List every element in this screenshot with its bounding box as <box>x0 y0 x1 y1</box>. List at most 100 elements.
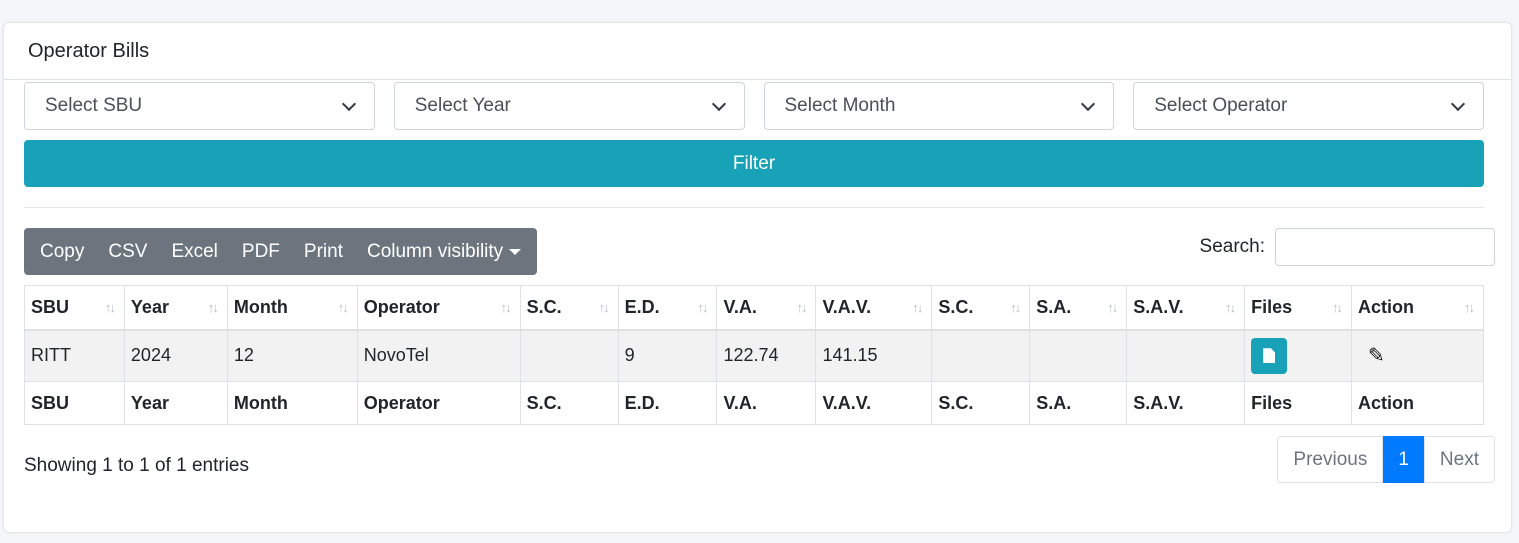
col-header-year[interactable]: Year ↑↓ <box>123 285 228 331</box>
cell-month: 12 <box>226 329 358 382</box>
col-header-label: E.D. <box>624 296 660 317</box>
foot-va: V.A. <box>716 381 817 425</box>
cell-operator: NovoTel <box>356 329 521 382</box>
col-header-label: Action <box>1358 296 1415 317</box>
month-select[interactable]: Select Month <box>763 82 1115 130</box>
col-header-label: Files <box>1251 296 1293 317</box>
col-header-label: SBU <box>31 296 70 317</box>
cell-year: 2024 <box>123 329 228 382</box>
month-select-value: Select Month <box>784 95 896 116</box>
foot-year: Year <box>123 381 228 425</box>
col-header-sbu[interactable]: SBU ↑↓ <box>24 285 125 331</box>
cell-va: 122.74 <box>716 329 817 382</box>
sbu-select-value: Select SBU <box>45 95 143 116</box>
card-title: Operator Bills <box>4 23 1511 80</box>
col-header-operator[interactable]: Operator ↑↓ <box>356 285 521 331</box>
sort-icon: ↑↓ <box>1225 300 1236 315</box>
csv-button[interactable]: CSV <box>96 241 159 263</box>
chevron-down-icon <box>711 96 726 111</box>
view-file-button[interactable] <box>1251 337 1288 374</box>
pagination: Previous 1 Next <box>1277 436 1495 483</box>
header-row: SBU ↑↓ Year ↑↓ Month ↑↓ Operator ↑↓ S.C. ↑↓ E… <box>24 285 1484 331</box>
bills-table: SBU ↑↓ Year ↑↓ Month ↑↓ Operator ↑↓ S.C. ↑↓ E… <box>24 285 1484 425</box>
col-header-vav[interactable]: V.A.V. ↑↓ <box>815 285 933 331</box>
col-header-label: S.A. <box>1036 296 1072 317</box>
sort-icon: ↑↓ <box>1010 300 1021 315</box>
foot-files: Files <box>1244 381 1353 425</box>
cell-sbu: RITT <box>24 329 125 382</box>
cell-sc <box>519 329 619 382</box>
column-visibility-label: Column visibility <box>366 240 504 262</box>
column-visibility-button[interactable]: Column visibility <box>355 241 533 263</box>
sort-icon: ↑↓ <box>598 300 610 315</box>
sort-icon: ↑↓ <box>337 300 349 315</box>
previous-button[interactable]: Previous <box>1277 436 1384 483</box>
sort-icon: ↑↓ <box>500 300 512 315</box>
year-select[interactable]: Select Year <box>393 82 745 130</box>
foot-sav: S.A.V. <box>1126 381 1246 425</box>
footer-row: SBU Year Month Operator S.C. E.D. V.A. V… <box>24 381 1484 425</box>
excel-button[interactable]: Excel <box>159 241 229 263</box>
col-header-sc[interactable]: S.C. ↑↓ <box>519 285 619 331</box>
foot-sc-2: S.C. <box>931 381 1031 425</box>
operator-select[interactable]: Select Operator <box>1133 82 1484 130</box>
col-header-label: S.C. <box>938 296 974 317</box>
sort-icon: ↑↓ <box>1332 300 1343 315</box>
col-header-label: S.A.V. <box>1133 296 1184 317</box>
sort-icon: ↑↓ <box>1464 300 1475 315</box>
pdf-button[interactable]: PDF <box>230 241 292 263</box>
cell-sc-2 <box>931 329 1031 382</box>
col-header-sc-2[interactable]: S.C. ↑↓ <box>931 285 1031 331</box>
col-header-label: S.C. <box>526 296 562 317</box>
table-info: Showing 1 to 1 of 1 entries <box>24 455 249 476</box>
col-header-label: Year <box>130 296 169 317</box>
cell-sav <box>1126 329 1246 382</box>
sort-icon: ↑↓ <box>1107 300 1118 315</box>
chevron-down-icon <box>341 96 356 111</box>
table-row: RITT 2024 12 NovoTel 9 122.74 141.15 ✎ <box>24 329 1484 382</box>
col-header-sa[interactable]: S.A. ↑↓ <box>1029 285 1128 331</box>
sbu-select[interactable]: Select SBU <box>24 82 375 130</box>
copy-button[interactable]: Copy <box>28 241 96 263</box>
col-header-month[interactable]: Month ↑↓ <box>226 285 358 331</box>
year-select-value: Select Year <box>414 95 511 116</box>
search-label: Search: <box>1199 236 1265 257</box>
cell-action: ✎ <box>1351 329 1484 382</box>
col-header-ed[interactable]: E.D. ↑↓ <box>617 285 718 331</box>
sort-icon: ↑↓ <box>104 300 116 315</box>
filter-row: Select SBU Select Year Select Month Sele… <box>24 82 1484 130</box>
sort-icon: ↑↓ <box>912 300 923 315</box>
foot-sa: S.A. <box>1029 381 1128 425</box>
search-input[interactable] <box>1275 228 1495 266</box>
col-header-action[interactable]: Action ↑↓ <box>1351 285 1484 331</box>
sort-icon: ↑↓ <box>796 300 807 315</box>
foot-sbu: SBU <box>24 381 125 425</box>
cell-vav: 141.15 <box>815 329 933 382</box>
foot-sc: S.C. <box>519 381 619 425</box>
export-toolbar: Copy CSV Excel PDF Print Column visibili… <box>24 228 538 275</box>
divider <box>24 207 1484 208</box>
edit-icon[interactable]: ✎ <box>1368 343 1385 368</box>
foot-action: Action <box>1351 381 1484 425</box>
chevron-down-icon <box>1081 96 1096 111</box>
filter-button[interactable]: Filter <box>24 140 1484 187</box>
next-button[interactable]: Next <box>1423 436 1495 483</box>
col-header-label: Operator <box>363 296 440 317</box>
col-header-va[interactable]: V.A. ↑↓ <box>716 285 817 331</box>
foot-operator: Operator <box>356 381 521 425</box>
operator-select-value: Select Operator <box>1154 95 1288 116</box>
col-header-files[interactable]: Files ↑↓ <box>1244 285 1353 331</box>
foot-vav: V.A.V. <box>815 381 933 425</box>
cell-ed: 9 <box>617 329 718 382</box>
col-header-sav[interactable]: S.A.V. ↑↓ <box>1126 285 1246 331</box>
cell-sa <box>1029 329 1128 382</box>
cell-files <box>1244 329 1353 382</box>
file-icon <box>1263 348 1276 364</box>
search-box: Search: <box>1200 228 1495 266</box>
print-button[interactable]: Print <box>292 241 355 263</box>
page-1-button[interactable]: 1 <box>1383 436 1424 483</box>
col-header-label: V.A.V. <box>822 296 872 317</box>
sort-icon: ↑↓ <box>697 300 708 315</box>
foot-ed: E.D. <box>617 381 718 425</box>
caret-down-icon <box>509 248 522 255</box>
